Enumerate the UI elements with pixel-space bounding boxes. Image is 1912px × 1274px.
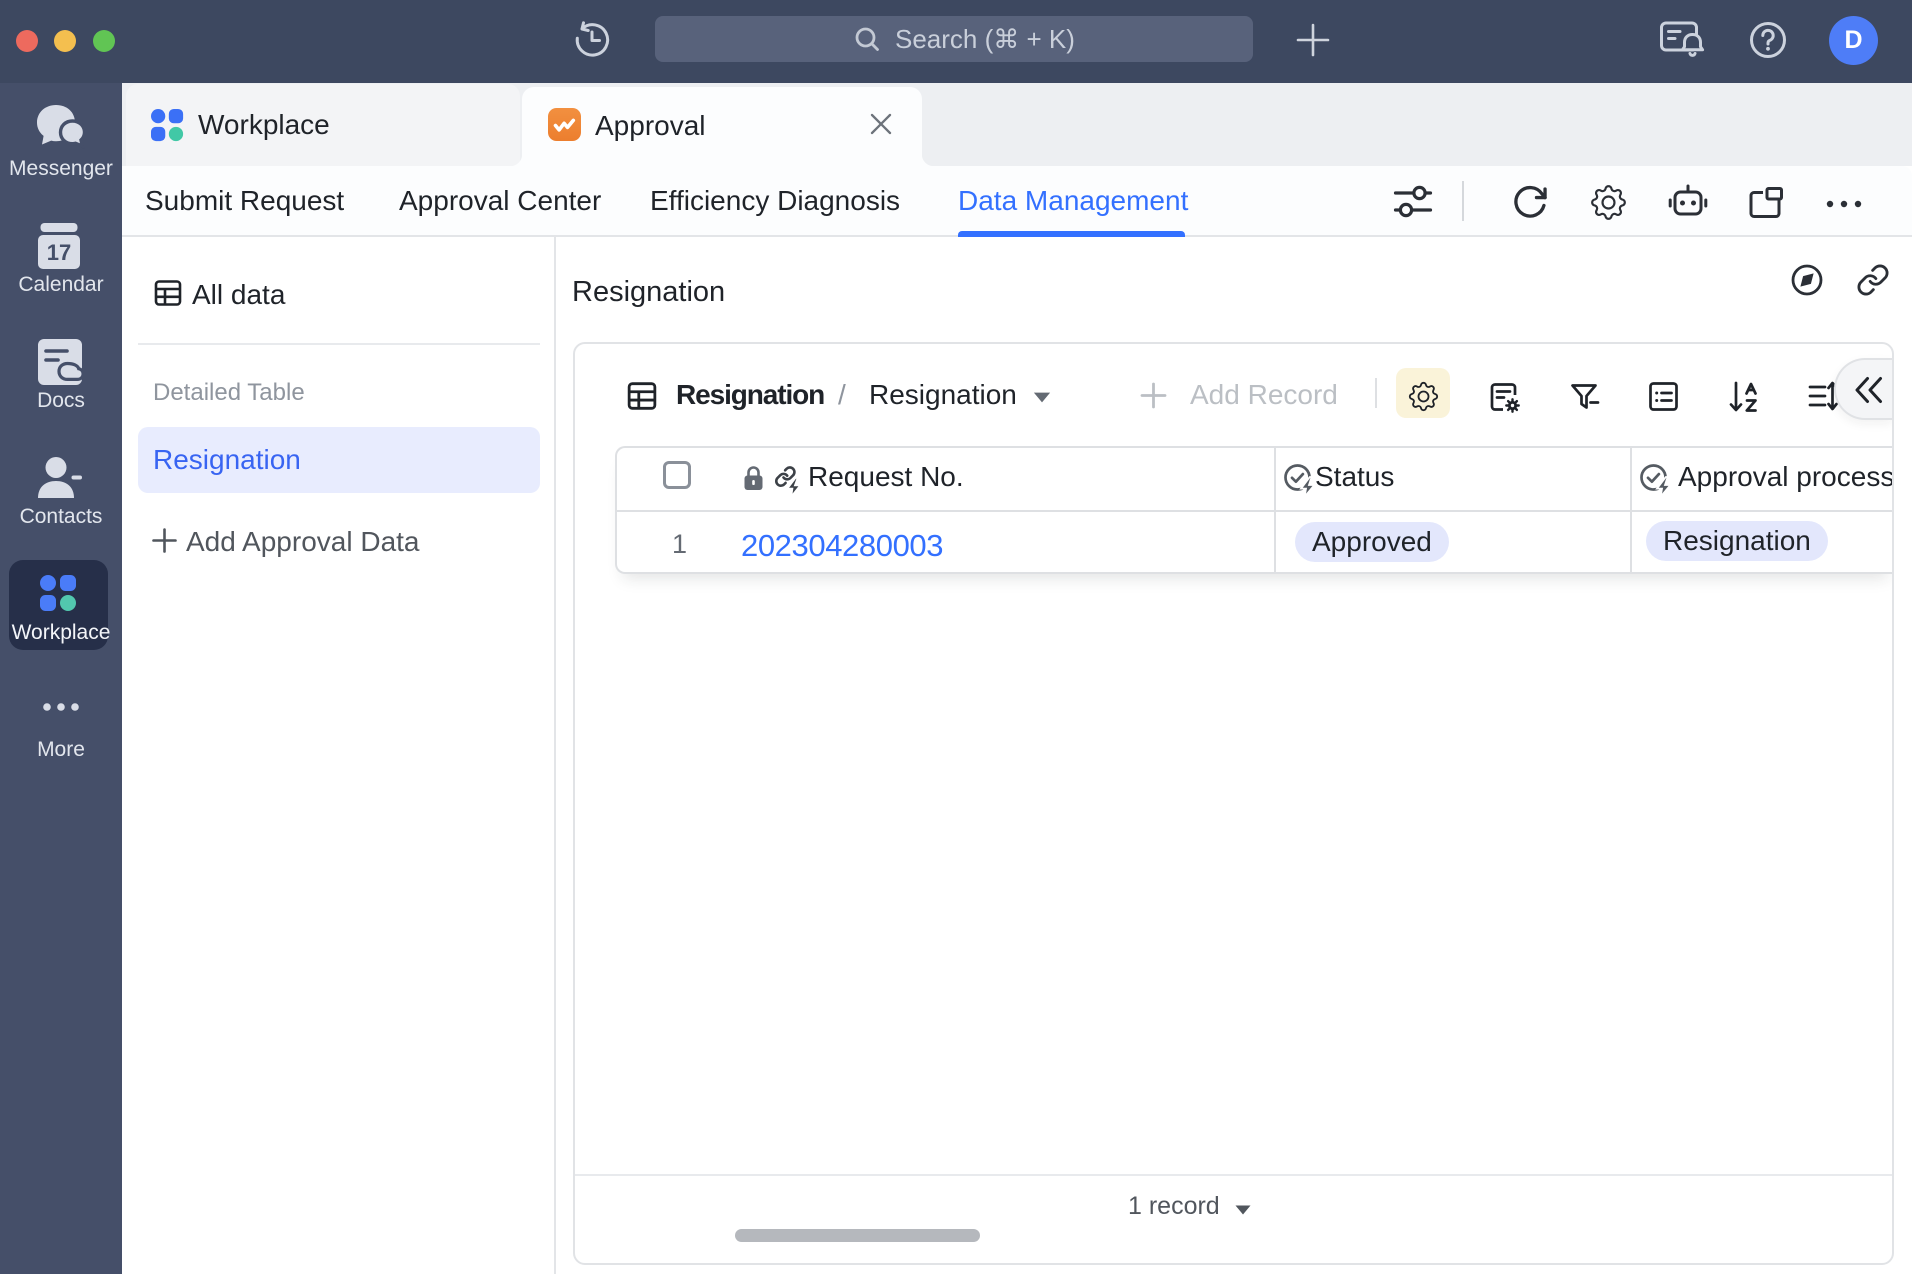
svg-text:17: 17 xyxy=(47,240,71,265)
